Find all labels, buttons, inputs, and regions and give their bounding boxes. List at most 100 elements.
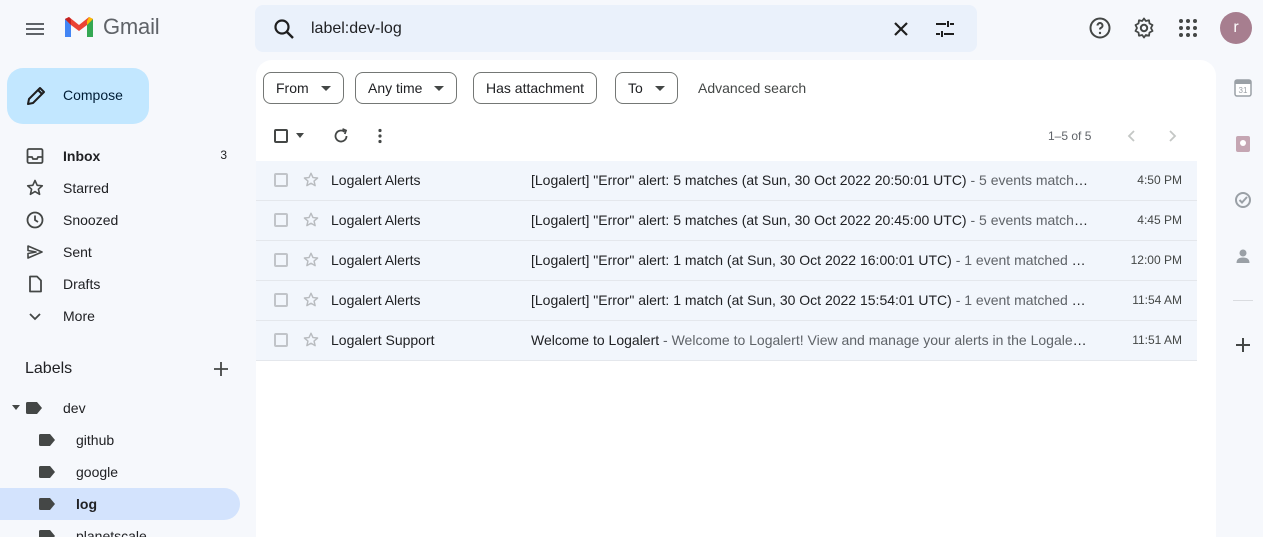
gmail-logo[interactable]: Gmail xyxy=(63,14,160,40)
filter-to-chip[interactable]: To xyxy=(615,72,678,104)
star-icon[interactable] xyxy=(302,171,320,189)
more-vertical-icon[interactable] xyxy=(370,126,390,146)
caret-down-icon xyxy=(434,85,445,91)
advanced-search-link[interactable]: Advanced search xyxy=(698,80,806,96)
label-icon xyxy=(39,498,55,510)
table-row[interactable]: Logalert Support Welcome to Logalert - We… xyxy=(256,321,1197,361)
email-snippet: - 5 events matched your query xyxy=(970,212,1089,228)
email-snippet: - Welcome to Logalert! View and manage y… xyxy=(663,332,1089,348)
caret-down-icon[interactable] xyxy=(12,405,20,411)
label-name: google xyxy=(76,464,119,480)
label-icon xyxy=(39,466,55,478)
nav-item-sent[interactable]: Sent xyxy=(0,236,240,268)
search-icon[interactable] xyxy=(272,17,296,41)
nav-item-starred[interactable]: Starred xyxy=(0,172,240,204)
inbox-icon xyxy=(26,148,44,164)
email-time: 11:54 AM xyxy=(1132,293,1182,307)
nav-label: Sent xyxy=(63,244,92,260)
chevron-right-icon[interactable] xyxy=(1162,126,1182,146)
apps-grid-icon[interactable] xyxy=(1176,16,1200,40)
tasks-icon[interactable] xyxy=(1233,190,1253,210)
star-icon[interactable] xyxy=(302,211,320,229)
row-checkbox[interactable] xyxy=(274,213,288,227)
avatar[interactable]: r xyxy=(1220,12,1252,44)
star-icon xyxy=(26,179,44,196)
email-subject: [Logalert] "Error" alert: 1 match (at Su… xyxy=(531,252,952,268)
filter-time-chip[interactable]: Any time xyxy=(355,72,458,104)
labels-heading: Labels xyxy=(25,360,73,377)
pagination-text: 1–5 of 5 xyxy=(1048,129,1092,143)
refresh-icon[interactable] xyxy=(331,126,351,146)
email-subject: Welcome to Logalert xyxy=(531,332,660,348)
compose-button[interactable]: Compose xyxy=(7,68,149,124)
nav-item-more[interactable]: More xyxy=(0,300,240,332)
nav-item-inbox[interactable]: Inbox 3 xyxy=(0,140,240,172)
label-name: log xyxy=(76,496,97,512)
email-snippet: - 1 event matched your query xyxy=(955,252,1089,268)
label-name: planetscale xyxy=(76,528,147,537)
table-row[interactable]: Logalert Alerts [Logalert] "Error" alert:… xyxy=(256,281,1197,321)
caret-down-icon xyxy=(654,85,665,91)
search-options-icon[interactable] xyxy=(933,17,957,41)
filter-from-chip[interactable]: From xyxy=(263,72,344,104)
email-time: 4:45 PM xyxy=(1137,213,1182,227)
label-item-log[interactable]: log xyxy=(0,488,240,520)
label-item-github[interactable]: github xyxy=(0,424,240,456)
row-checkbox[interactable] xyxy=(274,293,288,307)
chip-label: To xyxy=(628,80,643,96)
help-icon[interactable] xyxy=(1088,16,1112,40)
search-input[interactable] xyxy=(311,15,871,43)
label-item-dev[interactable]: dev xyxy=(0,392,240,424)
email-sender: Logalert Alerts xyxy=(331,252,421,268)
label-name: github xyxy=(76,432,115,448)
contacts-icon[interactable] xyxy=(1233,246,1253,266)
star-icon[interactable] xyxy=(302,251,320,269)
label-name: dev xyxy=(63,400,86,416)
email-time: 4:50 PM xyxy=(1137,173,1182,187)
caret-down-icon xyxy=(320,85,331,91)
gmail-m-icon xyxy=(65,17,93,37)
table-row[interactable]: Logalert Alerts [Logalert] "Error" alert:… xyxy=(256,161,1197,201)
close-icon[interactable] xyxy=(889,17,913,41)
email-sender: Logalert Alerts xyxy=(331,212,421,228)
nav-label: More xyxy=(63,308,95,324)
email-sender: Logalert Alerts xyxy=(331,172,421,188)
table-row[interactable]: Logalert Alerts [Logalert] "Error" alert:… xyxy=(256,201,1197,241)
plus-icon[interactable] xyxy=(1233,335,1253,355)
star-icon[interactable] xyxy=(302,291,320,309)
label-item-planetscale[interactable]: planetscale xyxy=(0,520,240,537)
nav-item-drafts[interactable]: Drafts xyxy=(0,268,240,300)
mail-list: Logalert Alerts [Logalert] "Error" alert:… xyxy=(256,161,1197,361)
label-icon xyxy=(39,434,55,446)
chip-label: Has attachment xyxy=(486,80,585,96)
plus-icon[interactable] xyxy=(211,359,231,379)
send-icon xyxy=(27,245,43,259)
hamburger-menu-icon xyxy=(26,23,44,35)
main-menu-button[interactable] xyxy=(15,9,55,49)
caret-down-icon[interactable] xyxy=(296,133,304,139)
svg-text:31: 31 xyxy=(1239,86,1248,95)
email-snippet: - 1 event matched your query xyxy=(955,292,1089,308)
row-checkbox[interactable] xyxy=(274,253,288,267)
nav-label: Starred xyxy=(63,180,109,196)
chevron-left-icon[interactable] xyxy=(1122,126,1142,146)
nav-label: Drafts xyxy=(63,276,101,292)
nav-item-snoozed[interactable]: Snoozed xyxy=(0,204,240,236)
draft-icon xyxy=(29,275,42,293)
row-checkbox[interactable] xyxy=(274,173,288,187)
table-row[interactable]: Logalert Alerts [Logalert] "Error" alert:… xyxy=(256,241,1197,281)
nav-label: Inbox xyxy=(63,148,101,164)
keep-icon[interactable] xyxy=(1233,134,1253,154)
select-all-checkbox[interactable] xyxy=(274,129,288,143)
calendar-icon[interactable]: 31 xyxy=(1233,78,1253,98)
chevron-down-icon xyxy=(29,313,41,321)
star-icon[interactable] xyxy=(302,331,320,349)
app-name: Gmail xyxy=(103,14,160,39)
email-subject: [Logalert] "Error" alert: 1 match (at Su… xyxy=(531,292,952,308)
label-item-google[interactable]: google xyxy=(0,456,240,488)
row-checkbox[interactable] xyxy=(274,333,288,347)
email-preview: [Logalert] "Error" alert: 5 matches (at … xyxy=(531,212,1089,228)
filter-attachment-chip[interactable]: Has attachment xyxy=(473,72,598,104)
compose-label: Compose xyxy=(63,87,123,103)
gear-icon[interactable] xyxy=(1132,16,1156,40)
